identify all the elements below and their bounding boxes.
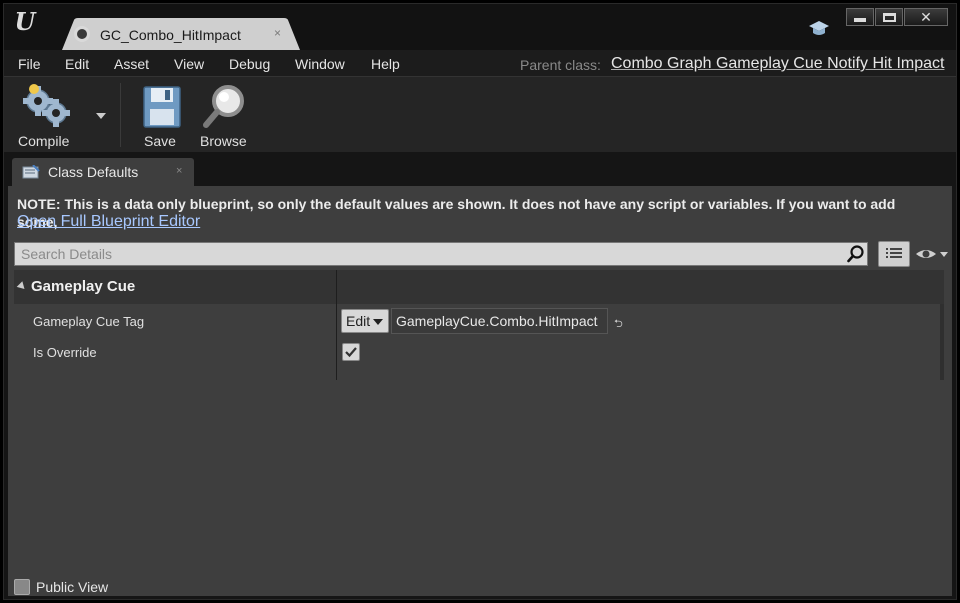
toolbar-separator (120, 83, 121, 147)
parent-class-link[interactable]: Combo Graph Gameplay Cue Notify Hit Impa… (611, 55, 944, 73)
tab-close-icon[interactable]: × (176, 165, 182, 177)
list-view-icon (886, 248, 902, 258)
compile-button[interactable]: Compile (12, 77, 112, 153)
document-tab[interactable]: GC_Combo_HitImpact × (62, 18, 302, 50)
compile-gears-icon (23, 84, 70, 127)
browse-magnifier-icon (203, 85, 244, 128)
open-full-blueprint-editor-link[interactable]: Open Full Blueprint Editor (17, 213, 200, 231)
is-override-checkbox[interactable] (342, 343, 360, 361)
compile-label: Compile (18, 133, 70, 149)
minimize-button[interactable] (846, 8, 874, 26)
public-view-checkbox[interactable] (14, 579, 30, 595)
collapse-arrow-icon[interactable] (16, 281, 28, 292)
column-divider[interactable] (336, 270, 337, 380)
property-name: Gameplay Cue Tag (33, 314, 145, 329)
maximize-icon (882, 12, 896, 22)
title-bar: U GC_Combo_HitImpact × ✕ (4, 4, 956, 50)
panel-tab-strip: Class Defaults × (4, 152, 956, 186)
menu-asset[interactable]: Asset (114, 56, 149, 72)
tab-class-defaults-label: Class Defaults (48, 164, 139, 180)
close-icon: ✕ (920, 8, 932, 25)
edit-tag-button[interactable]: Edit (341, 309, 389, 333)
visibility-options-button[interactable] (914, 244, 950, 264)
menu-window[interactable]: Window (295, 56, 345, 72)
minimize-icon (854, 18, 866, 22)
chevron-down-icon (373, 319, 383, 325)
eye-icon (916, 250, 948, 258)
blueprint-asset-icon (74, 26, 90, 42)
browse-button[interactable]: Browse (196, 77, 254, 153)
maximize-button[interactable] (875, 8, 903, 26)
search-details-box (14, 242, 868, 266)
save-button[interactable]: Save (134, 77, 186, 153)
details-panel: NOTE: This is a data only blueprint, so … (8, 186, 952, 596)
menu-bar: File Edit Asset View Debug Window Help P… (4, 50, 956, 76)
reset-to-default-icon[interactable]: ⮌ (614, 315, 624, 330)
toolbar: Compile Save Browse (4, 76, 956, 153)
tutorial-cap-icon[interactable] (808, 19, 830, 39)
menu-edit[interactable]: Edit (65, 56, 89, 72)
property-row-is-override: Is Override (14, 337, 944, 368)
gameplay-cue-tag-value[interactable]: GameplayCue.Combo.HitImpact (391, 308, 608, 334)
class-defaults-icon (22, 165, 40, 179)
blueprint-editor-window: U GC_Combo_HitImpact × ✕ File Edit Asset… (3, 3, 957, 600)
checkmark-icon (345, 347, 357, 358)
public-view-label: Public View (36, 579, 109, 595)
parent-class-label: Parent class: (520, 57, 601, 73)
browse-label: Browse (200, 133, 247, 149)
property-table: Gameplay Cue Gameplay Cue Tag Edit Gamep… (14, 270, 944, 380)
document-tab-label: GC_Combo_HitImpact (100, 27, 241, 43)
view-options-button[interactable] (878, 241, 910, 267)
scrollbar[interactable] (940, 304, 944, 380)
save-disk-icon (143, 86, 181, 128)
menu-help[interactable]: Help (371, 56, 400, 72)
category-gameplay-cue[interactable]: Gameplay Cue (14, 270, 944, 304)
window-controls: ✕ (842, 8, 952, 30)
edit-tag-label: Edit (346, 313, 371, 329)
close-button[interactable]: ✕ (904, 8, 948, 26)
menu-file[interactable]: File (18, 56, 41, 72)
property-row-gameplay-cue-tag: Gameplay Cue Tag Edit GameplayCue.Combo.… (14, 306, 944, 337)
document-tab-close-icon[interactable]: × (274, 26, 281, 40)
menu-view[interactable]: View (174, 56, 204, 72)
compile-options-dropdown-icon[interactable] (96, 113, 106, 119)
menu-debug[interactable]: Debug (229, 56, 270, 72)
category-label: Gameplay Cue (31, 278, 136, 295)
save-label: Save (144, 133, 176, 149)
unreal-logo-icon[interactable]: U (10, 7, 40, 37)
search-icon[interactable] (847, 245, 865, 263)
tab-class-defaults[interactable]: Class Defaults × (12, 158, 194, 186)
search-details-input[interactable] (15, 243, 847, 265)
property-name: Is Override (33, 345, 97, 360)
